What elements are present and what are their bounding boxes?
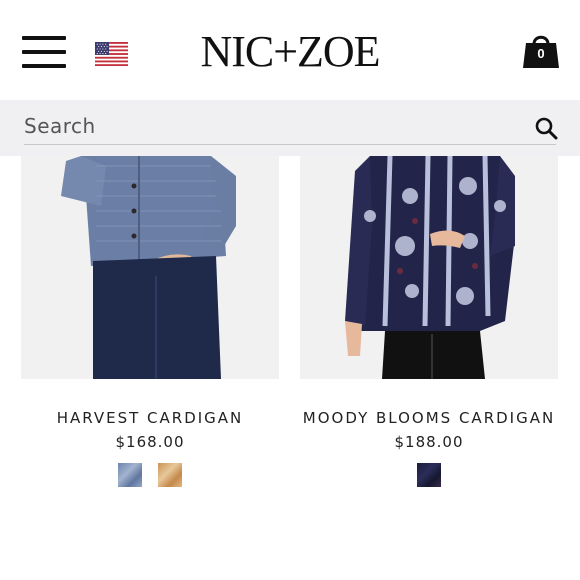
product-name[interactable]: HARVEST CARDIGAN [21,409,279,427]
color-swatch-blue[interactable] [118,463,142,487]
color-swatch-tan[interactable] [158,463,182,487]
brand-logo[interactable]: NIC+ZOE [180,24,400,80]
search-bar [0,100,580,156]
product-card: HARVEST CARDIGAN $168.00 [21,156,279,487]
site-header: NIC+ZOE 0 [0,0,580,100]
product-card: MOODY BLOOMS CARDIGAN $188.00 [300,156,558,487]
color-swatches [300,463,558,487]
shopping-bag-icon[interactable]: 0 [521,30,561,70]
color-swatch-navy[interactable] [417,463,441,487]
color-swatches [21,463,279,487]
us-flag-icon[interactable] [95,42,128,66]
product-name[interactable]: MOODY BLOOMS CARDIGAN [300,409,558,427]
product-image[interactable] [300,156,558,379]
product-image[interactable] [21,156,279,379]
search-icon[interactable] [534,116,558,140]
product-price: $188.00 [394,433,464,451]
cart-count: 0 [537,46,545,61]
product-price: $168.00 [115,433,185,451]
hamburger-menu-icon[interactable] [22,36,66,70]
search-underline [24,144,556,145]
search-input[interactable] [24,108,524,144]
